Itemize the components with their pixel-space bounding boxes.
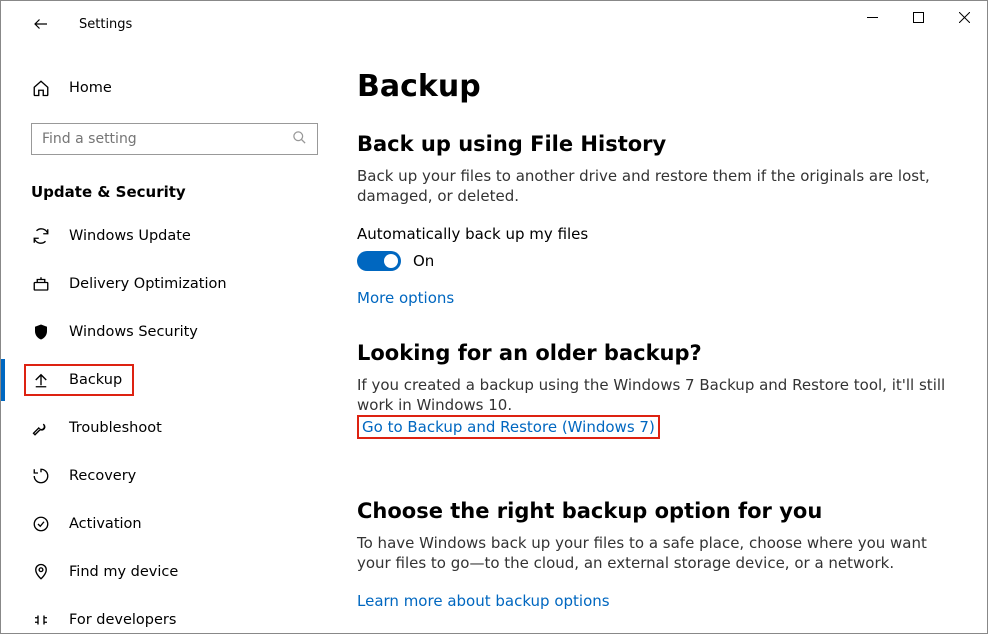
- recovery-icon: [31, 466, 51, 486]
- window-title: Settings: [79, 17, 132, 32]
- shield-icon: [31, 322, 51, 342]
- sidebar-item-find-my-device[interactable]: Find my device: [1, 551, 335, 593]
- sidebar-item-activation[interactable]: Activation: [1, 503, 335, 545]
- sync-icon: [31, 226, 51, 246]
- sidebar-item-label: Troubleshoot: [69, 420, 162, 436]
- sidebar-item-label: For developers: [69, 612, 176, 628]
- auto-backup-toggle[interactable]: [357, 251, 401, 271]
- minimize-button[interactable]: [849, 1, 895, 33]
- titlebar: Settings: [1, 1, 987, 47]
- sidebar-item-label: Backup: [69, 372, 122, 388]
- search-box[interactable]: [31, 123, 318, 155]
- close-button[interactable]: [941, 1, 987, 33]
- location-icon: [31, 562, 51, 582]
- sidebar-item-for-developers[interactable]: For developers: [1, 599, 335, 641]
- page-title: Backup: [357, 69, 951, 104]
- more-options-link[interactable]: More options: [357, 289, 454, 307]
- search-icon: [292, 130, 307, 149]
- sidebar-item-windows-update[interactable]: Windows Update: [1, 215, 335, 257]
- older-backup-body: If you created a backup using the Window…: [357, 375, 947, 416]
- selected-indicator: [1, 359, 5, 401]
- learn-more-link[interactable]: Learn more about backup options: [357, 592, 610, 610]
- sidebar-item-troubleshoot[interactable]: Troubleshoot: [1, 407, 335, 449]
- search-input[interactable]: [42, 131, 292, 147]
- toggle-knob: [384, 254, 398, 268]
- developer-icon: [31, 610, 51, 630]
- sidebar-item-recovery[interactable]: Recovery: [1, 455, 335, 497]
- caption-controls: [849, 15, 987, 33]
- sidebar-item-label: Windows Security: [69, 324, 198, 340]
- troubleshoot-icon: [31, 418, 51, 438]
- sidebar-item-label: Recovery: [69, 468, 136, 484]
- backup-restore-win7-link[interactable]: Go to Backup and Restore (Windows 7): [362, 418, 655, 436]
- back-button[interactable]: [21, 4, 61, 44]
- sidebar-item-label: Find my device: [69, 564, 178, 580]
- sidebar-item-delivery-optimization[interactable]: Delivery Optimization: [1, 263, 335, 305]
- toggle-state-label: On: [413, 252, 434, 270]
- main-content: Backup Back up using File History Back u…: [335, 47, 987, 633]
- sidebar-home[interactable]: Home: [1, 67, 335, 109]
- file-history-body: Back up your files to another drive and …: [357, 166, 947, 207]
- choose-option-heading: Choose the right backup option for you: [357, 499, 951, 523]
- delivery-icon: [31, 274, 51, 294]
- home-icon: [31, 78, 51, 98]
- sidebar-item-label: Delivery Optimization: [69, 276, 227, 292]
- choose-option-body: To have Windows back up your files to a …: [357, 533, 947, 574]
- backup-icon: [31, 370, 51, 390]
- sidebar-item-backup[interactable]: Backup: [1, 359, 335, 401]
- sidebar-home-label: Home: [69, 80, 112, 96]
- auto-backup-label: Automatically back up my files: [357, 225, 951, 243]
- highlight-box: Go to Backup and Restore (Windows 7): [357, 415, 660, 439]
- sidebar-section-label: Update & Security: [1, 169, 335, 209]
- sidebar-item-windows-security[interactable]: Windows Security: [1, 311, 335, 353]
- check-circle-icon: [31, 514, 51, 534]
- sidebar-item-label: Windows Update: [69, 228, 191, 244]
- sidebar: Home Update & Security Windows Update De…: [1, 47, 335, 633]
- maximize-button[interactable]: [895, 1, 941, 33]
- file-history-heading: Back up using File History: [357, 132, 951, 156]
- sidebar-item-label: Activation: [69, 516, 142, 532]
- older-backup-heading: Looking for an older backup?: [357, 341, 951, 365]
